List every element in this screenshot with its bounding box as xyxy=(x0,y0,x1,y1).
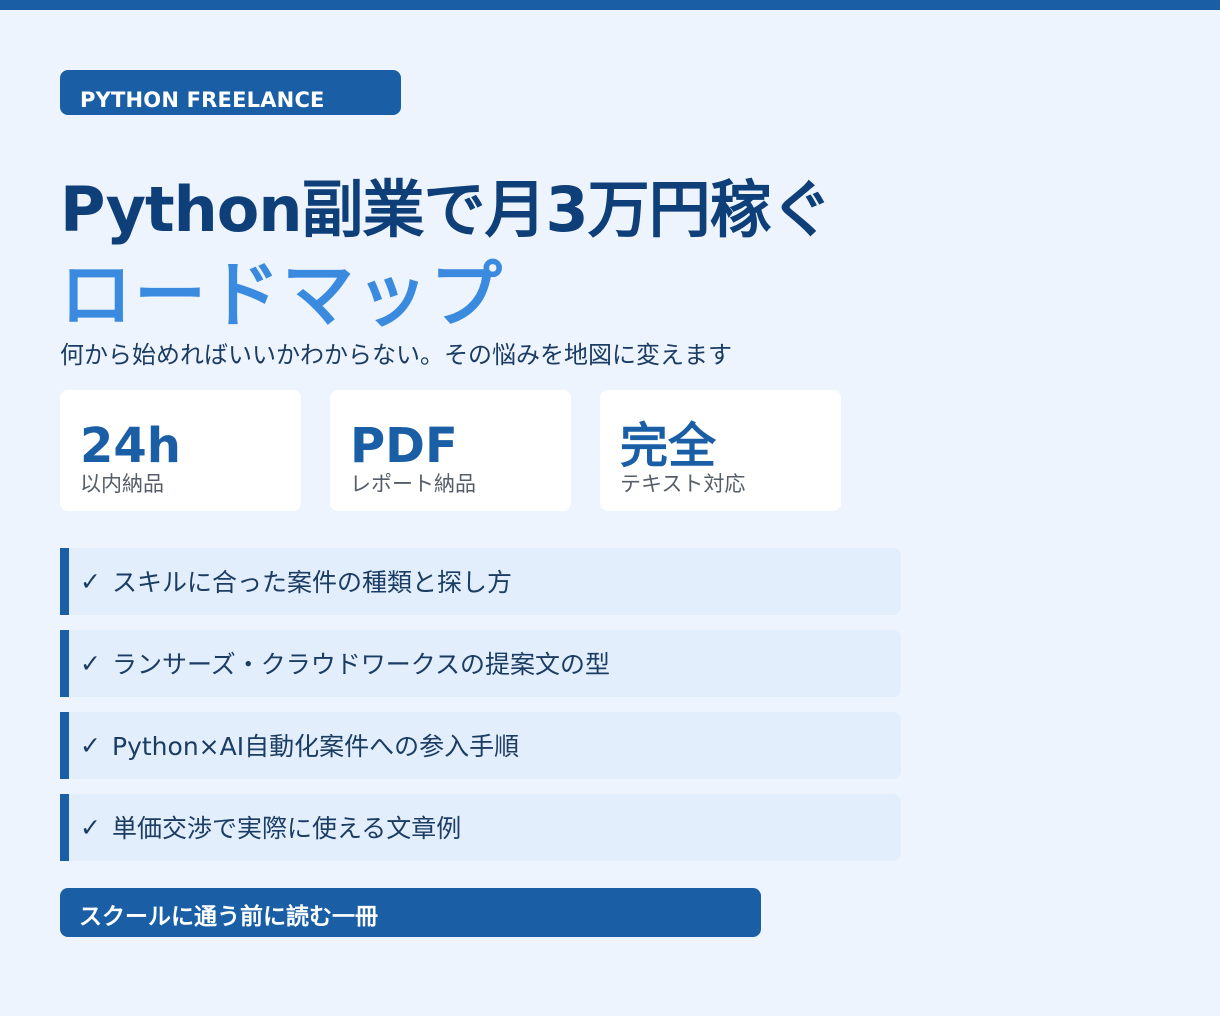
check-icon: ✓ xyxy=(80,731,101,760)
stat-label: テキスト対応 xyxy=(620,472,746,496)
check-icon: ✓ xyxy=(80,649,101,678)
stat-card-support: 完全 テキスト対応 xyxy=(600,390,841,511)
checklist-item: ✓ Python×AI自動化案件への参入手順 xyxy=(60,712,901,779)
checklist-item-text: 単価交渉で実際に使える文章例 xyxy=(112,814,462,843)
check-icon: ✓ xyxy=(80,813,101,842)
checklist-item-text: スキルに合った案件の種類と探し方 xyxy=(112,568,513,597)
page-title-highlight: ロードマップ xyxy=(60,253,505,337)
checklist-item: ✓ ランサーズ・クラウドワークスの提案文の型 xyxy=(60,630,901,697)
page-title: Python副業で月3万円稼ぐ xyxy=(60,173,833,246)
top-accent-bar xyxy=(0,0,1220,10)
check-icon: ✓ xyxy=(80,567,101,596)
stat-value: PDF xyxy=(350,418,458,474)
stat-label: 以内納品 xyxy=(80,472,164,496)
stat-value: 24h xyxy=(80,418,181,474)
stat-card-delivery: 24h 以内納品 xyxy=(60,390,301,511)
checklist-item: ✓ スキルに合った案件の種類と探し方 xyxy=(60,548,901,615)
checklist-item-text: Python×AI自動化案件への参入手順 xyxy=(112,732,520,761)
checklist-item: ✓ 単価交渉で実際に使える文章例 xyxy=(60,794,901,861)
page-subtitle: 何から始めればいいかわからない。その悩みを地図に変えます xyxy=(60,341,732,369)
category-badge: PYTHON FREELANCE xyxy=(60,70,401,115)
stat-card-format: PDF レポート納品 xyxy=(330,390,571,511)
checklist-item-text: ランサーズ・クラウドワークスの提案文の型 xyxy=(112,650,611,679)
stat-label: レポート納品 xyxy=(350,472,476,496)
stat-value: 完全 xyxy=(620,418,717,474)
cta-banner: スクールに通う前に読む一冊 xyxy=(60,888,761,937)
